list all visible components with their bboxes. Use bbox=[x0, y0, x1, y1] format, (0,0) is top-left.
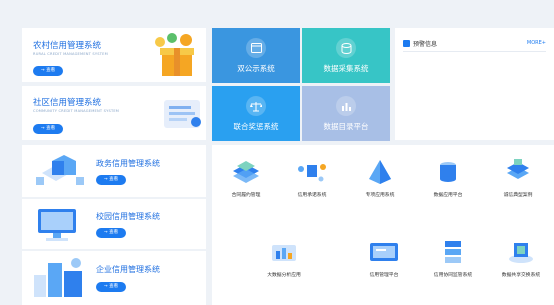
analytics-icon bbox=[272, 245, 296, 261]
tile-label: 数据采集系统 bbox=[323, 64, 369, 73]
grid-item-label: 合同履约管理 bbox=[231, 193, 261, 198]
document-list-illustration-icon bbox=[164, 100, 201, 128]
campus-credit-view-button[interactable]: → 查看 bbox=[96, 228, 126, 238]
tile-data-collection[interactable]: 数据采集系统 bbox=[302, 28, 390, 83]
monitor-illustration-icon bbox=[38, 209, 76, 241]
grid-item-credit-mgmt[interactable]: 信用管理平台 bbox=[356, 237, 412, 278]
campus-credit-title: 校园信用管理系统 bbox=[96, 212, 160, 221]
pyramid-icon bbox=[369, 160, 391, 184]
community-credit-subtitle: COMMUNITY CREDIT MANAGEMENT SYSTEM bbox=[33, 109, 120, 113]
database-icon bbox=[336, 38, 356, 58]
window-icon bbox=[246, 38, 266, 58]
tile-label: 联合奖惩系统 bbox=[233, 122, 279, 131]
tile-data-catalog[interactable]: 数据目录平台 bbox=[302, 86, 390, 141]
application-grid: 合同履约管理 信用承诺系统 专项应用系统 数据应用平台 诚信典型案例 大数据分析… bbox=[212, 145, 554, 305]
tile-label: 双公示系统 bbox=[237, 64, 275, 73]
grid-item-cases[interactable]: 诚信典型案例 bbox=[490, 157, 546, 198]
button-label: 查看 bbox=[109, 177, 119, 182]
cube-network-icon bbox=[298, 164, 326, 182]
grid-item-label: 数据应用平台 bbox=[433, 193, 463, 198]
enterprise-credit-view-button[interactable]: → 查看 bbox=[96, 282, 126, 292]
button-label: 查看 bbox=[109, 284, 119, 289]
button-label: 查看 bbox=[46, 126, 56, 131]
grid-item-big-data[interactable]: 大数据分析应用 bbox=[254, 237, 314, 278]
grid-item-label: 数据共享交换系统 bbox=[501, 273, 541, 278]
rural-credit-view-button[interactable]: → 查看 bbox=[33, 66, 63, 76]
grid-item-data-app[interactable]: 数据应用平台 bbox=[422, 157, 474, 198]
exchange-icon bbox=[509, 243, 533, 263]
grid-item-share[interactable]: 数据共享交换系统 bbox=[490, 237, 552, 278]
grid-item-label: 大数据分析应用 bbox=[267, 273, 301, 278]
layers-icon bbox=[507, 159, 529, 179]
government-credit-view-button[interactable]: → 查看 bbox=[96, 175, 126, 185]
server-rack-icon bbox=[445, 241, 461, 263]
enterprise-credit-card: 企业信用管理系统 → 查看 bbox=[22, 251, 206, 305]
campus-credit-card: 校园信用管理系统 → 查看 bbox=[22, 199, 206, 249]
enterprise-credit-title: 企业信用管理系统 bbox=[96, 265, 160, 274]
dashboard-icon bbox=[370, 243, 398, 261]
grid-item-label: 信用承诺系统 bbox=[297, 193, 327, 198]
bell-icon bbox=[403, 40, 410, 47]
button-label: 查看 bbox=[109, 230, 119, 235]
government-credit-title: 政务信用管理系统 bbox=[96, 159, 160, 168]
government-credit-card: 政务信用管理系统 → 查看 bbox=[22, 145, 206, 197]
server-stack-icon bbox=[233, 161, 259, 183]
tile-label: 数据目录平台 bbox=[323, 122, 369, 131]
community-credit-card: 社区信用管理系统 COMMUNITY CREDIT MANAGEMENT SYS… bbox=[22, 86, 206, 140]
community-credit-view-button[interactable]: → 查看 bbox=[33, 124, 63, 134]
grid-item-special[interactable]: 专项应用系统 bbox=[354, 157, 406, 198]
alert-title: 预警信息 bbox=[413, 41, 438, 48]
alert-more-link[interactable]: MORE+ bbox=[527, 40, 546, 46]
grid-item-label: 信用协同监管系统 bbox=[433, 273, 473, 278]
rural-credit-card: 农村信用管理系统 RURAL CREDIT MANAGEMENT SYSTEM … bbox=[22, 28, 206, 82]
community-credit-title: 社区信用管理系统 bbox=[33, 98, 102, 108]
server-cubes-illustration-icon bbox=[36, 155, 84, 185]
rural-credit-subtitle: RURAL CREDIT MANAGEMENT SYSTEM bbox=[33, 52, 108, 56]
grid-item-label: 专项应用系统 bbox=[365, 193, 395, 198]
grid-item-promise[interactable]: 信用承诺系统 bbox=[286, 157, 338, 198]
cylinder-icon bbox=[440, 162, 456, 182]
grid-item-label: 诚信典型案例 bbox=[503, 193, 533, 198]
grid-item-collab[interactable]: 信用协同监管系统 bbox=[422, 237, 484, 278]
alert-panel: 预警信息 MORE+ bbox=[395, 28, 554, 140]
grid-item-label: 信用管理平台 bbox=[369, 273, 399, 278]
rural-credit-title: 农村信用管理系统 bbox=[33, 41, 102, 51]
enterprise-illustration-icon bbox=[34, 258, 82, 297]
gift-box-illustration-icon bbox=[155, 33, 194, 76]
grid-item-contract[interactable]: 合同履约管理 bbox=[220, 157, 272, 198]
tile-joint-reward-punishment[interactable]: 联合奖惩系统 bbox=[212, 86, 300, 141]
alert-divider bbox=[403, 51, 546, 52]
tile-dual-publicity[interactable]: 双公示系统 bbox=[212, 28, 300, 83]
button-label: 查看 bbox=[46, 68, 56, 73]
scale-icon bbox=[246, 96, 266, 116]
bar-chart-icon bbox=[336, 96, 356, 116]
